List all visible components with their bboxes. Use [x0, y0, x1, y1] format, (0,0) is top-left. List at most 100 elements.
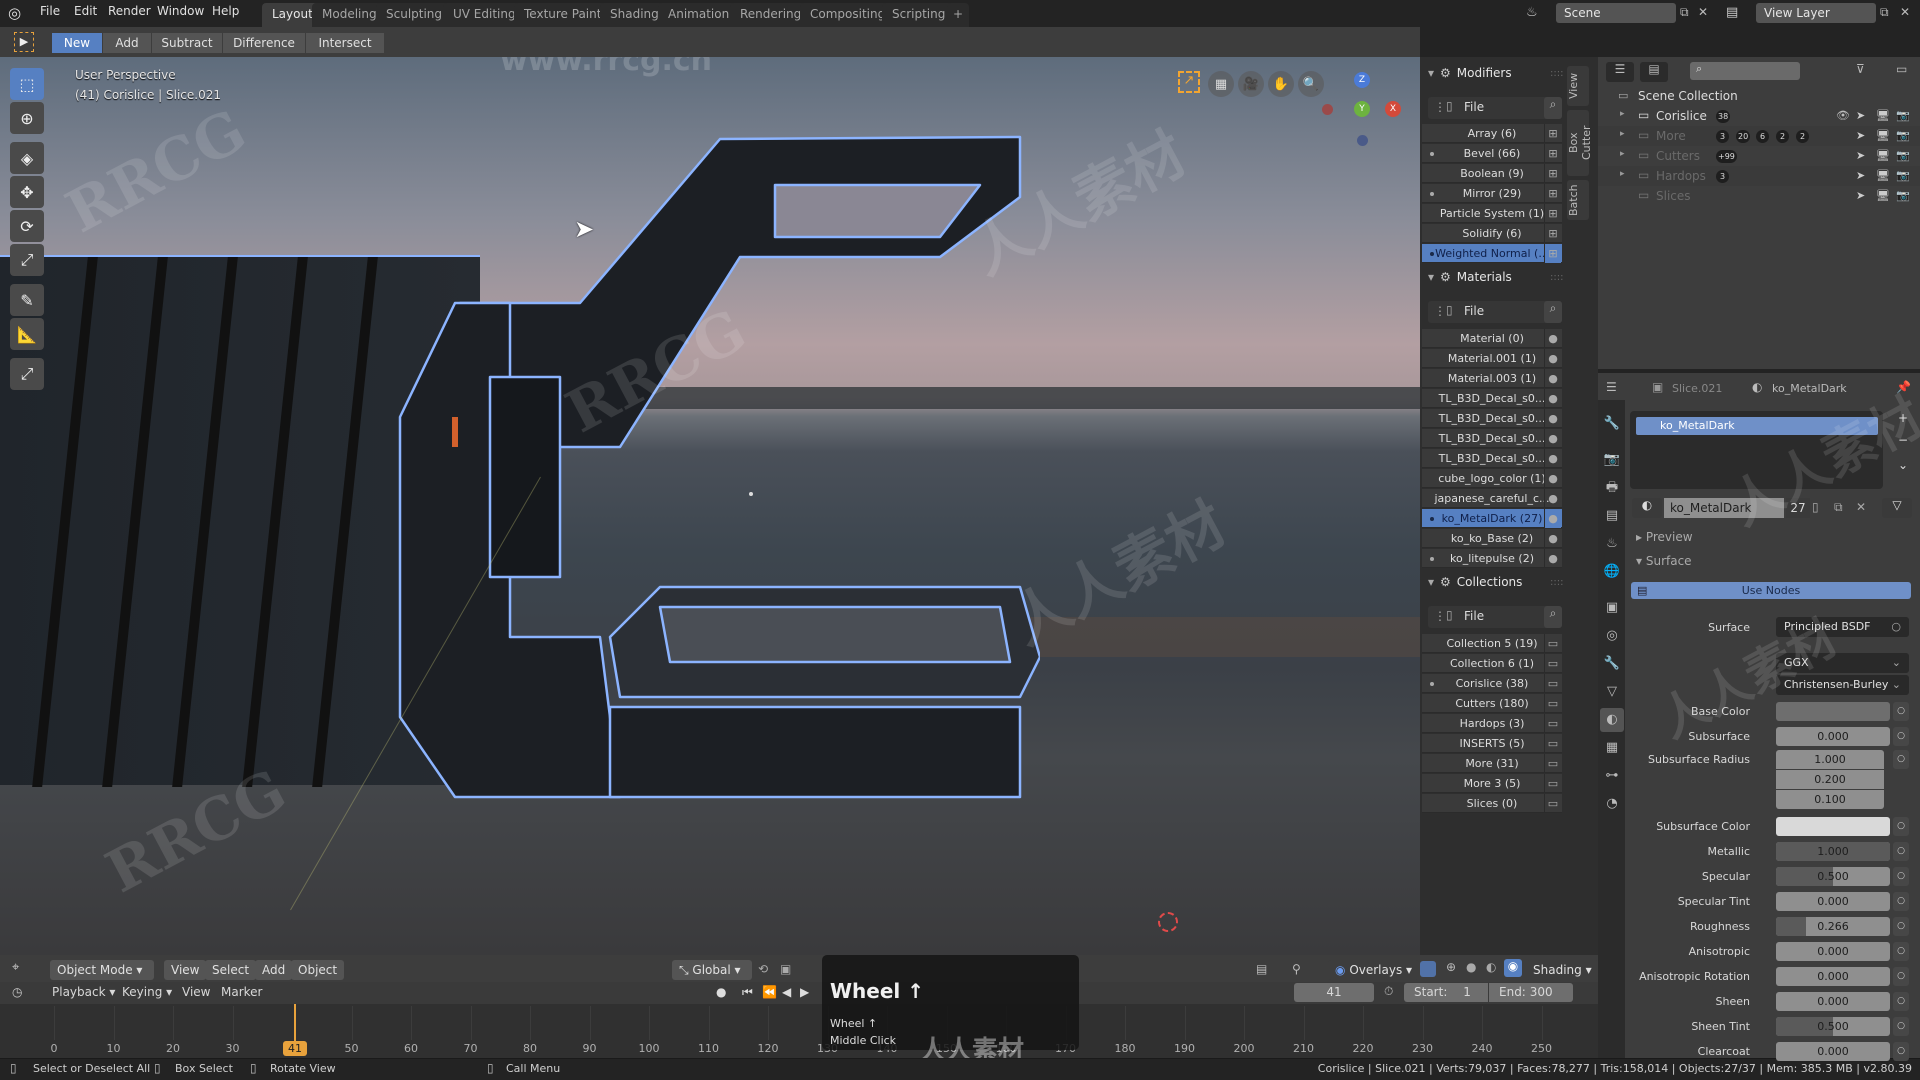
xray-toggle[interactable] [1420, 961, 1436, 977]
scene-copy-icon[interactable]: ⧉ [1680, 5, 1689, 20]
fake-user-icon[interactable]: ▯ [1812, 500, 1819, 514]
surface-shader-dropdown[interactable]: Principled BSDF ○ [1776, 617, 1909, 637]
new-button[interactable]: New [52, 33, 102, 53]
menu-view[interactable]: View [164, 960, 207, 980]
keying-menu[interactable]: Keying ▾ [122, 985, 172, 999]
material-browse-icon[interactable]: ◐ [1632, 498, 1662, 518]
scene-collection-label[interactable]: Scene Collection [1638, 89, 1738, 103]
timeline-editor-icon[interactable]: ◷ [12, 985, 22, 999]
select-box-tool-icon[interactable]: ▶ [14, 32, 34, 52]
expand-arrow-icon[interactable]: ▸ [1620, 109, 1625, 119]
scene-close-icon[interactable]: ✕ [1698, 5, 1708, 19]
select-box-tool-icon[interactable]: ⬚ [10, 68, 44, 100]
playhead-frame-badge[interactable]: 41 [283, 1041, 307, 1056]
socket-link-icon[interactable]: ○ [1893, 892, 1909, 911]
menu-edit[interactable]: Edit [74, 4, 97, 18]
socket-link-icon[interactable]: ○ [1893, 702, 1909, 721]
material-users-count[interactable]: 27 [1786, 498, 1810, 518]
selectable-arrow-icon[interactable]: ➤ [1856, 189, 1865, 202]
materials-list-item[interactable]: Material.003 (1) [1422, 369, 1562, 388]
wireframe-shading-icon[interactable]: ⊕ [1446, 960, 1456, 974]
tab-scripting[interactable]: Scripting [882, 3, 956, 27]
search-icon[interactable]: ⌕ [1544, 301, 1562, 323]
slider-field[interactable]: 0.000 [1776, 1042, 1890, 1061]
slider-field[interactable]: 0.500 [1776, 867, 1890, 886]
playback-menu[interactable]: Playback ▾ [52, 985, 115, 999]
material-link-dropdown[interactable]: ▽ [1882, 498, 1912, 518]
render-camera-icon[interactable]: 📷 [1896, 149, 1910, 162]
outliner-display-mode-icon[interactable]: ☰ [1606, 62, 1634, 82]
collections-list-item[interactable]: More (31) [1422, 754, 1562, 773]
collections-list-item[interactable]: Corislice (38) [1422, 674, 1562, 693]
slider-field[interactable]: 0.000 [1776, 942, 1890, 961]
collections-list-item[interactable]: Hardops (3) [1422, 714, 1562, 733]
menu-help[interactable]: Help [212, 4, 239, 18]
menu-add[interactable]: Add [255, 960, 293, 980]
shader-fx-tab-icon[interactable]: ◔ [1600, 792, 1624, 816]
properties-editor-type-icon[interactable]: ☰ [1606, 380, 1617, 394]
slider-field[interactable]: 0.000 [1776, 727, 1890, 746]
render-camera-icon[interactable]: 📷 [1896, 189, 1910, 202]
view-object-types-icon[interactable]: ▤ [1256, 962, 1267, 976]
use-nodes-button[interactable]: ▤ Use Nodes [1631, 582, 1911, 599]
socket-link-icon[interactable]: ○ [1893, 1042, 1909, 1061]
grid-view-icon[interactable]: ▦ [1208, 71, 1234, 97]
boxcutter-icon[interactable]: ↗ [1178, 71, 1200, 93]
material-slot-item[interactable]: ko_MetalDark [1636, 417, 1878, 435]
selectable-arrow-icon[interactable]: ➤ [1856, 149, 1865, 162]
duplicate-material-icon[interactable]: ⧉ [1834, 500, 1843, 515]
expand-arrow-icon[interactable]: ▸ [1620, 129, 1625, 139]
materials-filter-dropdown[interactable]: ⋮▯File⌄ [1428, 301, 1562, 323]
zoom-view-icon[interactable]: 🔍 [1298, 71, 1324, 97]
viewport-display-icon[interactable]: 🖥 [1876, 189, 1890, 202]
collections-list-item[interactable]: INSERTS (5) [1422, 734, 1562, 753]
outliner-collection-label[interactable]: Cutters [1656, 149, 1700, 163]
drag-handle-icon[interactable]: :::: [1550, 68, 1563, 79]
expand-arrow-icon[interactable]: ▸ [1620, 169, 1625, 179]
scene-icon[interactable]: ♨ [1526, 5, 1538, 20]
transform-tool-icon[interactable]: ◈ [10, 142, 44, 174]
socket-link-icon[interactable]: ○ [1893, 727, 1909, 746]
measure-tool-icon[interactable]: 📐 [10, 318, 44, 350]
view-layer-icon[interactable]: ▤ [1726, 5, 1738, 20]
snap-icon[interactable]: ⟲ [758, 962, 768, 976]
slider-field[interactable]: 0.266 [1776, 917, 1890, 936]
slider-field[interactable]: 0.000 [1776, 992, 1890, 1011]
socket-link-icon[interactable]: ○ [1893, 967, 1909, 986]
outliner-collection-label[interactable]: Slices [1656, 189, 1691, 203]
preview-section[interactable]: ▸ Preview [1636, 530, 1693, 544]
color-swatch[interactable] [1776, 817, 1890, 836]
tab-texture-paint[interactable]: Texture Paint [514, 3, 612, 27]
current-frame-field[interactable]: 41 [1294, 983, 1374, 1002]
outliner-collection-label[interactable]: Corislice [1656, 109, 1707, 123]
modifiers-list-item[interactable]: Weighted Normal (... [1422, 244, 1562, 263]
render-camera-icon[interactable]: 📷 [1896, 129, 1910, 142]
materials-list-item[interactable]: TL_B3D_Decal_s0... [1422, 389, 1562, 408]
vector-component-field[interactable]: 1.000 [1776, 750, 1884, 769]
outliner-search-input[interactable]: ⌕ [1690, 62, 1800, 80]
materials-list-item[interactable]: cube_logo_color (1) [1422, 469, 1562, 488]
vector-component-field[interactable]: 0.200 [1776, 770, 1884, 789]
socket-link-icon[interactable]: ○ [1893, 1017, 1909, 1036]
gizmo-y-axis[interactable]: Y [1354, 101, 1370, 117]
socket-link-icon[interactable]: ○ [1893, 750, 1909, 769]
color-swatch[interactable] [1776, 702, 1890, 721]
materials-list-item[interactable]: ko_litepulse (2) [1422, 549, 1562, 568]
socket-link-icon[interactable]: ○ [1893, 942, 1909, 961]
materials-list-item[interactable]: ko_MetalDark (27) [1422, 509, 1562, 528]
jump-start-button[interactable]: ⏮ [742, 985, 753, 1000]
collections-list-item[interactable]: Collection 6 (1) [1422, 654, 1562, 673]
tool-tab-icon[interactable]: 🔧 [1600, 412, 1624, 436]
menu-object[interactable]: Object [291, 960, 345, 980]
orientation-dropdown[interactable]: ⤡ Global ▾ [672, 960, 752, 980]
materials-list-item[interactable]: TL_B3D_Decal_s0... [1422, 429, 1562, 448]
menu-window[interactable]: Window [157, 4, 204, 18]
socket-link-icon[interactable]: ○ [1893, 917, 1909, 936]
render-camera-icon[interactable]: 📷 [1896, 109, 1910, 122]
rendered-shading-icon[interactable]: ◉ [1504, 959, 1522, 977]
view-layer-tab-icon[interactable]: ▤ [1600, 504, 1624, 528]
modifiers-list-item[interactable]: Particle System (1) [1422, 204, 1562, 223]
subsurface-method-dropdown[interactable]: Christensen-Burley ⌄ [1776, 675, 1909, 695]
record-button[interactable]: ● [716, 985, 726, 999]
modifiers-list-item[interactable]: Mirror (29) [1422, 184, 1562, 203]
